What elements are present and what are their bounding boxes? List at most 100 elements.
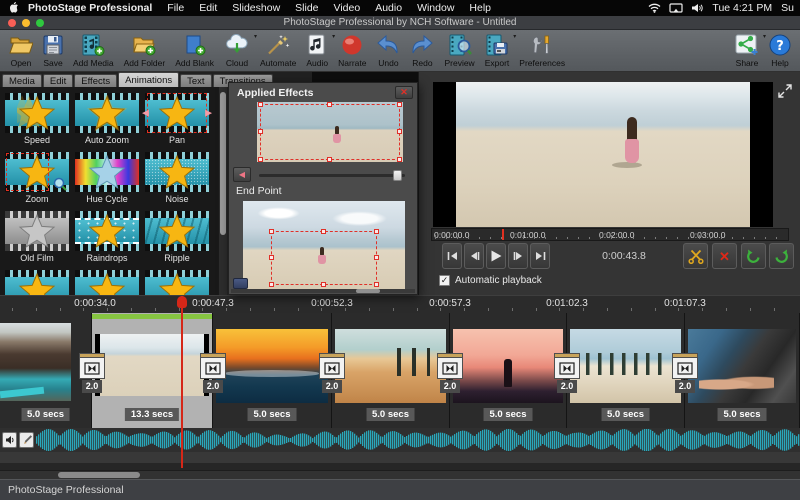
menu-user[interactable]: Su xyxy=(781,2,794,14)
tab-text[interactable]: Text xyxy=(180,74,211,87)
add-folder-button[interactable]: Add Folder xyxy=(119,31,171,71)
app-menu[interactable]: PhotoStage Professional xyxy=(28,2,152,14)
selection-handle[interactable] xyxy=(269,255,274,260)
effect-partial-tile[interactable] xyxy=(2,270,72,295)
undo-button[interactable]: Undo xyxy=(371,31,405,71)
selection-handle[interactable] xyxy=(327,157,332,162)
selection-handle[interactable] xyxy=(397,102,402,107)
add-media-button[interactable]: Add Media xyxy=(68,31,119,71)
clip-7[interactable]: 5.0 secs xyxy=(685,313,800,428)
preview-playhead[interactable] xyxy=(502,229,504,240)
effect-noise[interactable]: Noise xyxy=(142,152,212,208)
menu-item-help[interactable]: Help xyxy=(469,2,491,14)
pan-start-selection-rect[interactable] xyxy=(260,104,400,160)
minimize-window-button[interactable] xyxy=(22,19,30,27)
effect-partial-tile[interactable] xyxy=(72,270,142,295)
slider-thumb[interactable] xyxy=(393,170,402,181)
narrate-button[interactable]: Narrate xyxy=(333,31,371,71)
edit-pencil-icon[interactable] xyxy=(19,432,34,448)
audio-waveform[interactable] xyxy=(36,429,800,451)
selection-handle[interactable] xyxy=(321,229,326,234)
speaker-icon[interactable] xyxy=(2,432,17,448)
effect-zoom[interactable]: Zoom xyxy=(2,152,72,208)
effect-hue-cycle[interactable]: Hue Cycle xyxy=(72,152,142,208)
fullscreen-expand-icon[interactable] xyxy=(778,84,792,98)
apple-menu-icon[interactable] xyxy=(10,2,20,14)
step-back-button[interactable] xyxy=(464,243,484,269)
clip-5[interactable]: 5.0 secs xyxy=(450,313,567,428)
clip-4[interactable]: 5.0 secs xyxy=(332,313,450,428)
open-button[interactable]: Open xyxy=(4,31,38,71)
timeline-playhead-marker[interactable] xyxy=(177,296,187,308)
transition-5[interactable]: 2.0 xyxy=(554,353,580,393)
tab-media[interactable]: Media xyxy=(2,74,42,87)
display-mirroring-icon[interactable] xyxy=(669,3,683,13)
selection-handle[interactable] xyxy=(374,229,379,234)
share-button[interactable]: ▾Share xyxy=(730,31,764,71)
rotate-right-button[interactable] xyxy=(769,243,794,269)
effect-pan[interactable]: ◀▶Pan xyxy=(142,93,212,149)
selection-handle[interactable] xyxy=(397,129,402,134)
preferences-button[interactable]: Preferences xyxy=(514,31,570,71)
menu-item-slide[interactable]: Slide xyxy=(295,2,318,14)
tab-edit[interactable]: Edit xyxy=(43,74,73,87)
menu-item-slideshow[interactable]: Slideshow xyxy=(232,2,280,14)
preview-seek-ruler[interactable]: 0:00:00.00:01:00.00:02:00.00:03:00.0 xyxy=(431,228,789,241)
selection-handle[interactable] xyxy=(374,255,379,260)
selection-handle[interactable] xyxy=(321,282,326,287)
effect-ripple[interactable]: Ripple xyxy=(142,211,212,267)
selection-handle[interactable] xyxy=(327,102,332,107)
scrollbar-thumb[interactable] xyxy=(220,92,226,235)
scrollbar-thumb[interactable] xyxy=(58,472,140,478)
menu-item-edit[interactable]: Edit xyxy=(199,2,217,14)
selection-handle[interactable] xyxy=(269,282,274,287)
clip-3[interactable]: 5.0 secs xyxy=(213,313,332,428)
panel-horizontal-scrollbar[interactable] xyxy=(231,289,415,293)
menu-item-video[interactable]: Video xyxy=(334,2,361,14)
skip-start-button[interactable] xyxy=(442,243,462,269)
menu-item-window[interactable]: Window xyxy=(417,2,454,14)
clip-2[interactable]: 13.3 secs xyxy=(92,313,213,428)
selection-handle[interactable] xyxy=(258,157,263,162)
preview-corner-button[interactable] xyxy=(233,278,248,289)
export-button[interactable]: ▾Export xyxy=(480,31,515,71)
effect-raindrops[interactable]: Raindrops xyxy=(72,211,142,267)
automatic-playback-checkbox[interactable]: ✓ xyxy=(439,275,450,286)
split-scissors-button[interactable] xyxy=(683,243,708,269)
effect-speed[interactable]: Speed xyxy=(2,93,72,149)
tab-effects[interactable]: Effects xyxy=(74,74,117,87)
effect-auto-zoom[interactable]: Auto Zoom xyxy=(72,93,142,149)
effects-panel-scrollbar[interactable] xyxy=(218,87,227,295)
transition-4[interactable]: 2.0 xyxy=(437,353,463,393)
transition-3[interactable]: 2.0 xyxy=(319,353,345,393)
add-blank-button[interactable]: Add Blank xyxy=(170,31,219,71)
audio-track[interactable] xyxy=(0,428,800,452)
pan-end-point-thumbnail[interactable] xyxy=(243,201,405,289)
clip-6[interactable]: 5.0 secs xyxy=(567,313,685,428)
step-forward-button[interactable] xyxy=(508,243,528,269)
skip-end-button[interactable] xyxy=(530,243,550,269)
timeline-playhead-line[interactable] xyxy=(181,296,183,468)
zoom-window-button[interactable] xyxy=(36,19,44,27)
selection-handle[interactable] xyxy=(269,229,274,234)
menu-item-file[interactable]: File xyxy=(167,2,184,14)
transition-2[interactable]: 2.0 xyxy=(200,353,226,393)
effect-old-film[interactable]: Old Film xyxy=(2,211,72,267)
close-window-button[interactable] xyxy=(8,19,16,27)
play-button[interactable] xyxy=(486,243,506,269)
selection-handle[interactable] xyxy=(258,129,263,134)
automate-button[interactable]: Automate xyxy=(255,31,301,71)
selection-handle[interactable] xyxy=(374,282,379,287)
help-button[interactable]: ?Help xyxy=(764,31,796,71)
cloud-button[interactable]: ▾Cloud xyxy=(219,31,255,71)
preview-button[interactable]: Preview xyxy=(439,31,479,71)
effect-position-slider[interactable] xyxy=(259,174,405,177)
timeline-horizontal-scrollbar[interactable] xyxy=(0,470,800,479)
play-back-arrow-button[interactable]: ◀ xyxy=(233,167,251,182)
save-button[interactable]: Save xyxy=(38,31,68,71)
close-icon[interactable]: ✕ xyxy=(395,86,413,99)
transition-6[interactable]: 2.0 xyxy=(672,353,698,393)
delete-icon[interactable]: ✕ xyxy=(712,243,737,269)
menu-clock[interactable]: Tue 4:21 PM xyxy=(712,2,772,14)
timeline-ruler[interactable]: 0:00:34.00:00:47.30:00:52.30:00:57.30:01… xyxy=(0,295,800,313)
